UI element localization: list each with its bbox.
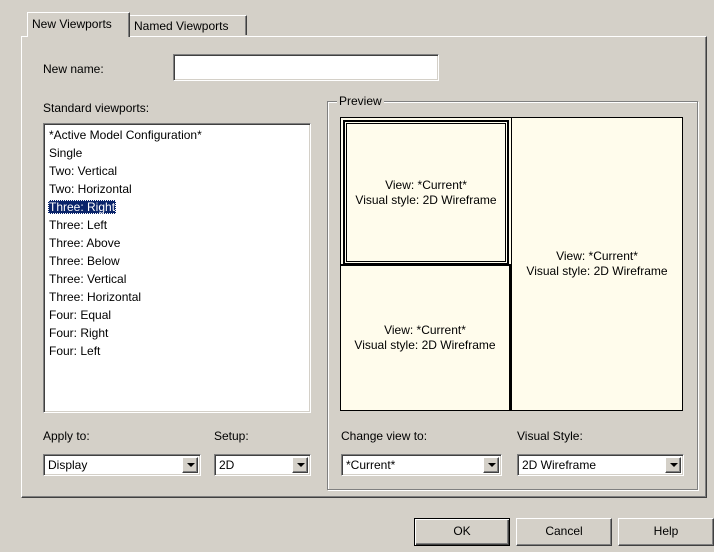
help-button[interactable]: Help [618,518,714,546]
tab-panel [21,36,707,498]
tab-named-viewports[interactable]: Named Viewports [129,15,247,35]
ok-button[interactable]: OK [414,518,510,546]
tab-new-viewports[interactable]: New Viewports [27,12,130,37]
cancel-button[interactable]: Cancel [516,518,612,546]
